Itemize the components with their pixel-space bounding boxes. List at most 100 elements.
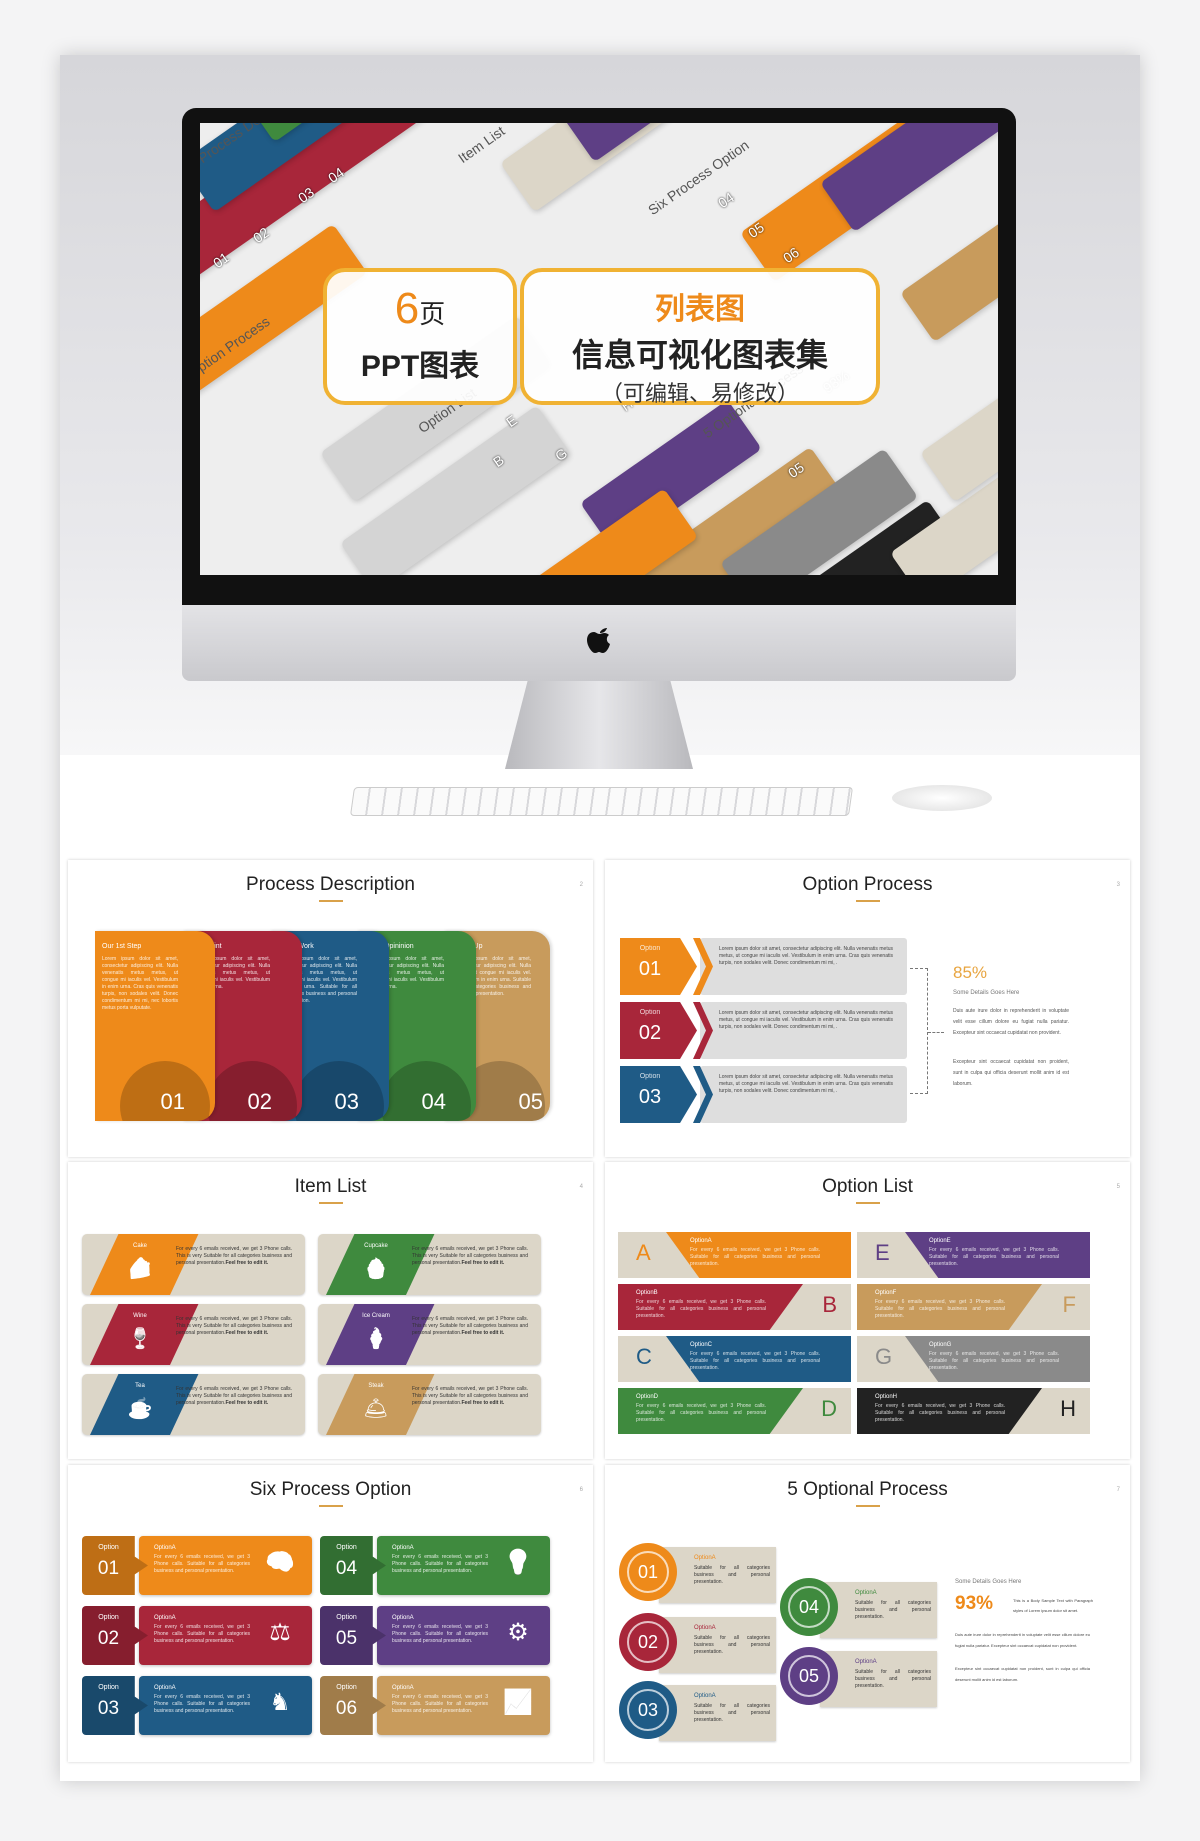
option-list-item: E OptionE For every 6 emails received, we … — [857, 1232, 1090, 1278]
option-number: 02 — [638, 1022, 662, 1044]
details-paragraph: Duis aute irure dolor in reprehenderit i… — [953, 1008, 1069, 1036]
lightbulb-dollar-icon: 💡 — [503, 1549, 533, 1576]
cloche-icon: 🛎 — [363, 1398, 389, 1420]
process-option-name: OptionA — [392, 1615, 414, 1621]
title-underline — [856, 900, 880, 902]
growth-chart-icon: 📈 — [503, 1689, 533, 1716]
process-option-text: For every 6 emails received, we get 3 Ph… — [154, 1554, 250, 1574]
process-option-label: Option — [336, 1614, 357, 1621]
process-option-label: Option — [98, 1614, 119, 1621]
slide-title: Item List — [294, 1176, 367, 1197]
title-underline — [856, 1202, 880, 1204]
number-circle: 04 — [780, 1578, 838, 1636]
option-list-item: H OptionH For every 6 emails received, we … — [857, 1388, 1090, 1434]
cover-title-box: 列表图 信息可视化图表集 （可编辑、易修改） — [520, 268, 880, 406]
slide-page-number: 3 — [1116, 882, 1120, 888]
item-description: For every 6 emails received, we get 3 Ph… — [412, 1386, 528, 1407]
option-name: OptionA — [690, 1238, 712, 1244]
number-ring: 02 — [627, 1621, 669, 1663]
item-label: Tea — [135, 1383, 145, 1389]
number-ring: 03 — [627, 1689, 669, 1731]
option-text: Lorem ipsum dolor sit amet, consectetur … — [719, 1010, 893, 1030]
slide-option-process[interactable]: Option Process 3 Option 01 Lorem ipsum dolor… — [605, 860, 1130, 1157]
title-underline — [856, 1505, 880, 1507]
process-option-text: For every 6 emails received, we get 3 Ph… — [154, 1694, 250, 1714]
slide-option-list[interactable]: Option List 5 A OptionA For every 6 emails r… — [605, 1162, 1130, 1459]
slide-item-list[interactable]: Item List 4 Cake 🍰 For every 6 emails receiv… — [68, 1162, 593, 1459]
option-name: OptionF — [875, 1290, 897, 1296]
slide-page-number: 7 — [1116, 1487, 1120, 1493]
stat-value: 85% — [953, 963, 988, 982]
slide-process-description[interactable]: Process Description 2 Our 1st Step Lorem ip… — [68, 860, 593, 1157]
item-card: Ice Cream 🍦 For every 6 emails received, w… — [318, 1304, 541, 1365]
option-name: OptionD — [636, 1394, 659, 1400]
number-circle: 01 — [619, 1543, 677, 1601]
process-option-number: 01 — [97, 1558, 120, 1579]
collage-number: 04 — [715, 189, 737, 212]
slide-six-process[interactable]: Six Process Option 6 Option 01 OptionA For ev… — [68, 1465, 593, 1762]
process-option-name: OptionA — [392, 1545, 414, 1551]
option-label: Option — [639, 1073, 661, 1080]
option-letter: E — [875, 1240, 890, 1265]
slide-five-optional[interactable]: 5 Optional Process 7 01 OptionA Suitable for… — [605, 1465, 1130, 1762]
process-card: Our 1st Step Lorem ipsum dolor sit amet, … — [95, 931, 215, 1121]
cover-title: 列表图 — [655, 293, 745, 326]
option-letter: H — [1060, 1396, 1076, 1421]
option-number: 03 — [638, 1086, 662, 1108]
option-label: Option — [639, 945, 661, 952]
slide-page-number: 4 — [579, 1184, 583, 1190]
option-name: OptionC — [690, 1342, 713, 1348]
dashed-bracket — [910, 968, 928, 1094]
cupcake-icon: 🧁 — [363, 1258, 389, 1280]
item-bold-text: Feel free to edit it. — [225, 1400, 269, 1406]
step-text: Suitable for all categories business and… — [855, 1669, 931, 1689]
chess-knight-icon: ♞ — [269, 1689, 291, 1716]
item-label: Ice Cream — [362, 1313, 390, 1319]
number-ring: 01 — [627, 1551, 669, 1593]
item-label: Steak — [368, 1383, 384, 1389]
option-letter: D — [821, 1396, 837, 1421]
process-option-name: OptionA — [154, 1615, 176, 1621]
item-bold-text: Feel free to edit it. — [461, 1400, 505, 1406]
head-idea-icon: 🧠 — [265, 1549, 295, 1576]
option-list-item: B OptionB For every 6 emails received, we … — [618, 1284, 851, 1330]
process-card-text: Lorem ipsum dolor sit amet, consectetur … — [102, 956, 178, 1011]
details-caption: Some Details Goes Here — [955, 1579, 1022, 1585]
page-count-unit: 页 — [419, 299, 446, 329]
process-option-label: Option — [336, 1544, 357, 1551]
mouse — [892, 785, 992, 811]
scales-icon: ⚖ — [269, 1619, 291, 1646]
details-paragraph: Excepteur sint occaecat cupidatat non pr… — [953, 1059, 1069, 1087]
option-list-item: D OptionD For every 6 emails received, we … — [618, 1388, 851, 1434]
step-text: Suitable for all categories business and… — [694, 1565, 770, 1585]
item-description: For every 6 emails received, we get 3 Ph… — [176, 1316, 292, 1337]
option-label: Option — [639, 1009, 661, 1016]
item-description: For every 6 emails received, we get 3 Ph… — [412, 1316, 528, 1337]
step-name: OptionA — [694, 1693, 716, 1699]
item-card: Wine 🍷 For every 6 emails received, we get… — [82, 1304, 305, 1365]
step-number: 03 — [637, 1699, 659, 1720]
option-text: Lorem ipsum dolor sit amet, consectetur … — [719, 1074, 893, 1094]
step-number: 05 — [798, 1665, 820, 1686]
item-description: For every 6 emails received, we get 3 Ph… — [176, 1386, 292, 1407]
item-label: Cake — [132, 1243, 147, 1249]
slide-page-number: 6 — [579, 1487, 583, 1493]
option-letter: F — [1062, 1292, 1076, 1317]
process-option-name: OptionA — [154, 1545, 176, 1551]
monitor-stand — [505, 681, 693, 769]
option-name: OptionB — [636, 1290, 658, 1296]
process-card-title: Our 1st Step — [102, 943, 142, 950]
process-option-number: 06 — [335, 1698, 358, 1719]
option-description: For every 6 emails received, we get 3 Ph… — [875, 1299, 1005, 1319]
slide-page-number: 2 — [579, 882, 583, 888]
step-text: Suitable for all categories business and… — [694, 1635, 770, 1655]
cake-icon: 🍰 — [127, 1258, 153, 1280]
step-text: Suitable for all categories business and… — [855, 1600, 931, 1620]
option-description: For every 6 emails received, we get 3 Ph… — [636, 1299, 766, 1319]
number-circle: 03 — [619, 1681, 677, 1739]
process-option-label: Option — [98, 1544, 119, 1551]
item-description: For every 6 emails received, we get 3 Ph… — [176, 1246, 292, 1267]
details-paragraph: Excepteur sint occaecat cupidatat non pr… — [955, 1666, 1090, 1682]
option-letter: G — [875, 1344, 893, 1369]
step-number: 02 — [637, 1631, 659, 1652]
